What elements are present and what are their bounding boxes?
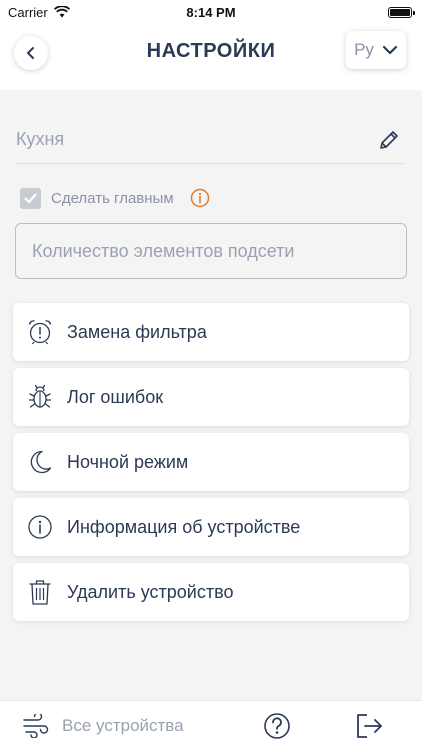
make-main-row: Сделать главным: [20, 186, 210, 210]
status-left: Carrier: [8, 5, 70, 20]
alarm-clock-icon: [28, 320, 52, 345]
fan-icon: [23, 714, 49, 738]
menu-item-device-info[interactable]: Информация об устройстве: [13, 498, 409, 556]
menu-item-label: Замена фильтра: [67, 321, 207, 342]
chevron-down-icon: [382, 45, 398, 55]
menu-item-night-mode[interactable]: Ночной режим: [13, 433, 409, 491]
pencil-icon: [380, 130, 398, 149]
edit-name-button[interactable]: [374, 125, 404, 155]
menu-item-label: Ночной режим: [67, 451, 189, 472]
menu-item-label: Информация об устройстве: [67, 516, 301, 537]
bug-icon: [28, 384, 52, 408]
menu-item-label: Лог ошибок: [67, 386, 164, 407]
header: НАСТРОЙКИ Ру: [0, 24, 422, 90]
make-main-checkbox[interactable]: [20, 187, 41, 209]
language-label: Ру: [354, 40, 374, 59]
all-devices-button[interactable]: Все устройства: [22, 711, 184, 741]
carrier-label: Carrier: [8, 4, 48, 20]
menu-icon-wrapper: [13, 303, 67, 361]
bottom-bar: Все устройства: [0, 700, 422, 750]
battery-icon: [388, 6, 415, 18]
wifi-icon: [53, 6, 70, 18]
device-name-row: Кухня: [16, 116, 404, 164]
device-name: Кухня: [16, 129, 65, 149]
menu-item-error-log[interactable]: Лог ошибок: [13, 368, 409, 426]
help-icon[interactable]: [263, 712, 291, 740]
menu-icon-wrapper: [13, 498, 67, 556]
status-bar: Carrier 8:14 PM: [0, 0, 422, 24]
info-icon[interactable]: [190, 188, 210, 208]
moon-icon: [30, 450, 52, 474]
menu-item-label: Удалить устройство: [67, 581, 234, 602]
menu-icon-wrapper: [13, 563, 67, 621]
language-selector[interactable]: Ру: [346, 31, 406, 69]
checkmark-icon: [24, 192, 37, 203]
make-main-label: Сделать главным: [51, 189, 174, 207]
battery-level: [390, 8, 410, 16]
subnet-count-input[interactable]: [15, 223, 407, 279]
trash-icon: [29, 580, 51, 605]
menu-item-filter-replacement[interactable]: Замена фильтра: [13, 303, 409, 361]
logout-icon[interactable]: [354, 712, 384, 740]
menu-item-delete-device[interactable]: Удалить устройство: [13, 563, 409, 621]
menu-icon-wrapper: [13, 433, 67, 491]
all-devices-label: Все устройства: [62, 716, 184, 735]
menu-icon-wrapper: [13, 368, 67, 426]
info-icon: [28, 515, 52, 539]
